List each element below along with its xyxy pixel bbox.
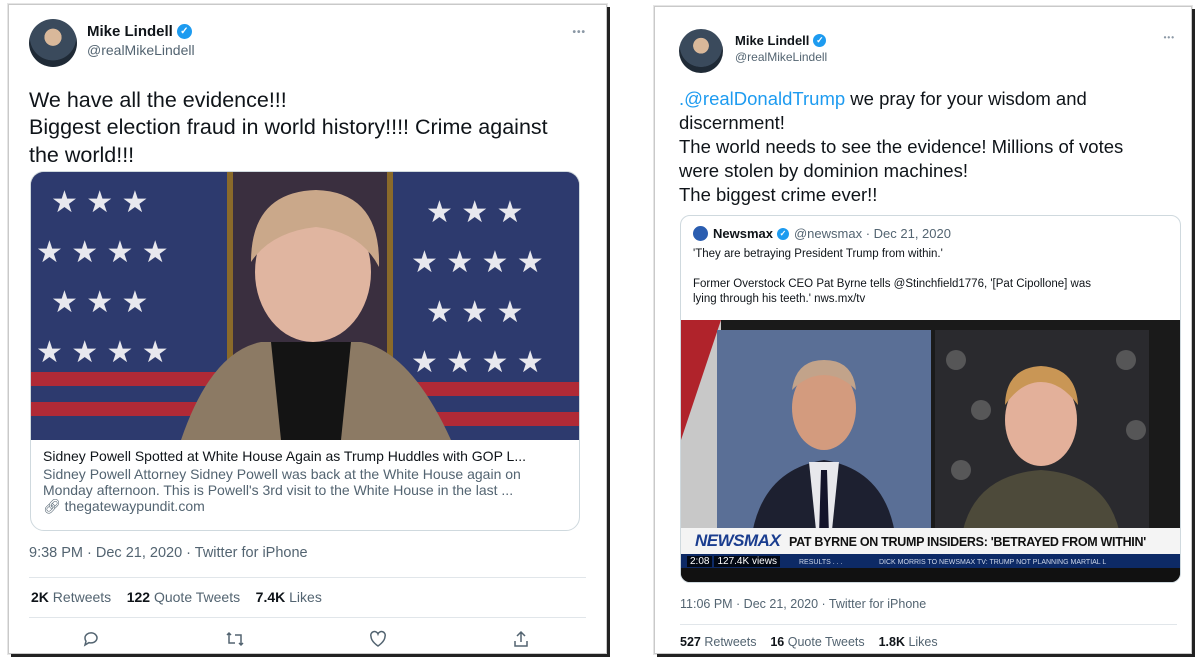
tweet-stats: 2K Retweets 122 Quote Tweets 7.4K Likes	[31, 589, 322, 605]
video-views: 127.4K views	[714, 556, 780, 567]
link-preview-image[interactable]: ★ ★ ★ ★ ★ ★ ★ ★ ★ ★ ★ ★ ★ ★ ★ ★ ★ ★ ★ ★ …	[31, 172, 579, 440]
tweet-text-line: were stolen by dominion machines!	[679, 160, 968, 182]
likes-stat[interactable]: 7.4K Likes	[256, 589, 322, 605]
link-description: Monday afternoon. This is Powell's 3rd v…	[43, 482, 514, 498]
chyron-brand: NEWSMAX	[695, 531, 781, 550]
tweet-text-line: .@realDonaldTrump we pray for your wisdo…	[679, 87, 1123, 111]
tweet-card-right: Mike Lindell ✓ @realMikeLindell ••• .@re…	[654, 6, 1192, 654]
mention-link[interactable]: .@realDonaldTrump	[679, 88, 845, 109]
tweet-text-fragment: we pray for your wisdom and	[845, 88, 1087, 109]
quoted-author-name[interactable]: Newsmax	[713, 226, 773, 241]
quote-tweets-stat[interactable]: 16 Quote Tweets	[770, 635, 864, 649]
tweet-text-line: The world needs to see the evidence! Mil…	[679, 136, 1124, 158]
reply-icon[interactable]	[81, 629, 101, 653]
video-player[interactable]: NEWSMAX PAT BYRNE ON TRUMP INSIDERS: 'BE…	[681, 320, 1180, 582]
divider	[29, 617, 586, 618]
quote-tweets-stat[interactable]: 122 Quote Tweets	[127, 589, 240, 605]
link-description: Sidney Powell Attorney Sidney Powell was…	[43, 466, 521, 482]
tweet-text-line: The biggest crime ever!!	[679, 184, 878, 206]
likes-stat[interactable]: 1.8K Likes	[879, 635, 938, 649]
newsmax-logo-icon	[693, 226, 708, 241]
quoted-text-line: Former Overstock CEO Pat Byrne tells @St…	[693, 278, 1092, 290]
video-duration: 2:08	[687, 556, 713, 567]
link-domain[interactable]: thegatewaypundit.com	[65, 498, 205, 514]
link-icon: 🔗︎	[43, 498, 61, 514]
tweet-card-left: Mike Lindell ✓ @realMikeLindell ••• We h…	[8, 4, 607, 654]
retweets-stat[interactable]: 527 Retweets	[680, 635, 756, 649]
author-handle[interactable]: @realMikeLindell	[735, 50, 827, 64]
link-preview-card[interactable]: ★ ★ ★ ★ ★ ★ ★ ★ ★ ★ ★ ★ ★ ★ ★ ★ ★ ★ ★ ★ …	[30, 171, 580, 531]
author-name[interactable]: Mike Lindell	[87, 23, 173, 40]
svg-text:★ ★ ★ ★: ★ ★ ★ ★	[411, 246, 544, 279]
quoted-text-line: 'They are betraying President Trump from…	[693, 248, 943, 260]
more-icon[interactable]: •••	[572, 27, 586, 38]
tweet-text: .@realDonaldTrump we pray for your wisdo…	[679, 87, 1123, 207]
svg-text:★ ★ ★: ★ ★ ★	[51, 286, 148, 319]
svg-text:★ ★ ★: ★ ★ ★	[51, 186, 148, 219]
svg-text:★ ★ ★ ★: ★ ★ ★ ★	[36, 336, 169, 369]
retweet-icon[interactable]	[224, 629, 246, 653]
quoted-tweet[interactable]: Newsmax ✓ @newsmax · Dec 21, 2020 'They …	[680, 215, 1181, 583]
ticker-right: DICK MORRIS TO NEWSMAX TV: TRUMP NOT PLA…	[879, 559, 1107, 566]
tweet-text-line: the world!!!	[29, 142, 135, 167]
svg-text:★ ★ ★ ★: ★ ★ ★ ★	[36, 236, 169, 269]
tweet-header: Mike Lindell ✓ @realMikeLindell	[29, 19, 195, 67]
chyron-text: PAT BYRNE ON TRUMP INSIDERS: 'BETRAYED F…	[789, 535, 1146, 549]
verified-badge-icon: ✓	[776, 227, 789, 240]
svg-text:★ ★ ★: ★ ★ ★	[426, 196, 523, 229]
sidney-powell-photo: ★ ★ ★ ★ ★ ★ ★ ★ ★ ★ ★ ★ ★ ★ ★ ★ ★ ★ ★ ★ …	[31, 172, 579, 440]
retweets-stat[interactable]: 2K Retweets	[31, 589, 111, 605]
author-handle[interactable]: @realMikeLindell	[87, 42, 195, 58]
divider	[29, 577, 586, 578]
tweet-text-line: We have all the evidence!!!	[29, 88, 287, 112]
like-icon[interactable]	[368, 629, 388, 653]
more-icon[interactable]: •••	[1164, 33, 1175, 42]
ticker-left: RESULTS . . .	[799, 559, 843, 566]
share-icon[interactable]	[511, 629, 531, 653]
author-name-row[interactable]: Mike Lindell ✓	[735, 33, 827, 48]
tweet-text-line: discernment!	[679, 112, 785, 134]
verified-badge-icon: ✓	[813, 34, 827, 47]
verified-badge-icon: ✓	[176, 24, 192, 39]
tweet-text-line: Biggest election fraud in world history!…	[29, 115, 548, 140]
quoted-tweet-header[interactable]: Newsmax ✓ @newsmax · Dec 21, 2020	[693, 226, 951, 241]
tweet-timestamp[interactable]: 11:06 PM · Dec 21, 2020 · Twitter for iP…	[680, 597, 926, 611]
link-title[interactable]: Sidney Powell Spotted at White House Aga…	[43, 448, 569, 464]
video-overlay-stats: 2:08 127.4K views	[687, 556, 780, 567]
divider	[680, 624, 1177, 625]
tweet-actions	[81, 629, 531, 653]
svg-text:★ ★ ★ ★: ★ ★ ★ ★	[411, 346, 544, 379]
tweet-text: We have all the evidence!!! Biggest elec…	[29, 87, 548, 169]
svg-text:★ ★ ★: ★ ★ ★	[426, 296, 523, 329]
avatar[interactable]	[29, 19, 77, 67]
author-name[interactable]: Mike Lindell	[735, 33, 809, 48]
tweet-timestamp[interactable]: 9:38 PM · Dec 21, 2020 · Twitter for iPh…	[29, 545, 308, 561]
quoted-handle-date[interactable]: @newsmax · Dec 21, 2020	[794, 226, 951, 241]
link-domain-row[interactable]: 🔗︎ thegatewaypundit.com	[43, 498, 569, 515]
avatar[interactable]	[679, 29, 723, 73]
author-name-row[interactable]: Mike Lindell ✓	[87, 23, 195, 40]
tweet-stats: 527 Retweets 16 Quote Tweets 1.8K Likes	[680, 635, 938, 649]
tweet-header: Mike Lindell ✓ @realMikeLindell	[679, 29, 827, 73]
quoted-text-line: lying through his teeth.' nws.mx/tv	[693, 293, 866, 305]
